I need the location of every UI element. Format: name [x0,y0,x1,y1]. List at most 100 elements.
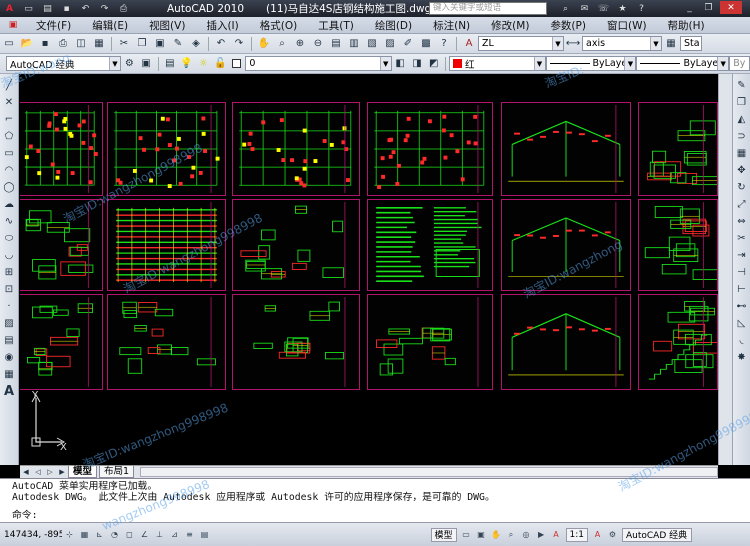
revcloud-icon[interactable]: ☁ [2,197,16,212]
menu-window[interactable]: 窗口(W) [597,18,658,33]
array-icon[interactable]: ▦ [735,146,749,161]
drawing-sheet[interactable] [638,294,718,390]
search-input[interactable]: 键入关键字或短语 [429,2,547,15]
drawing-sheet[interactable] [107,199,226,291]
block-editor-icon[interactable]: ◈ [188,36,204,52]
chamfer-icon[interactable]: ◺ [735,316,749,331]
ducs-icon[interactable]: ⊥ [153,528,166,541]
steeringwheel-icon[interactable]: ◎ [520,528,533,541]
drawing-sheet[interactable] [20,294,103,390]
model-space-button[interactable]: 模型 [430,527,457,542]
workspace-save-icon[interactable]: ▣ [139,56,154,72]
cut-icon[interactable]: ✂ [116,36,132,52]
ortho-icon[interactable]: ⊾ [93,528,106,541]
drawing-sheet[interactable] [107,294,226,390]
drawing-sheet[interactable] [20,199,103,291]
mtext-icon[interactable]: A [2,384,16,399]
favorites-icon[interactable]: ★ [615,2,630,15]
drawing-sheet[interactable] [232,199,360,291]
polyline-icon[interactable]: ⌐ [2,112,16,127]
hatch-icon[interactable]: ▨ [2,316,16,331]
drawing-sheet[interactable] [107,102,226,196]
plot-icon[interactable]: ⎙ [55,36,71,52]
pan-status-icon[interactable]: ✋ [490,528,503,541]
grid-icon[interactable]: ▦ [78,528,91,541]
quickview-drawings-icon[interactable]: ▣ [475,528,488,541]
close-icon[interactable]: ✕ [720,1,742,14]
layer-previous-icon[interactable]: ◨ [410,56,425,72]
polygon-icon[interactable]: ⬠ [2,129,16,144]
binoculars-icon[interactable]: ⌕ [558,2,573,15]
point-icon[interactable]: · [2,299,16,314]
dim-style-select[interactable]: axis ▼ [582,36,662,51]
plotstyle-select[interactable]: By [729,56,750,71]
coordinates-readout[interactable]: 147434, -89581, 0 [0,530,62,540]
layer-state-icon[interactable]: ◩ [426,56,441,72]
qnew-icon[interactable]: ▭ [1,36,17,52]
undo-tool-icon[interactable]: ↶ [213,36,229,52]
matchprop-icon[interactable]: ✎ [170,36,186,52]
menu-draw[interactable]: 绘图(D) [365,18,423,33]
qp-icon[interactable]: ▤ [198,528,211,541]
insert-block-icon[interactable]: ⊞ [2,265,16,280]
vertical-scrollbar[interactable] [718,74,732,465]
region-icon[interactable]: ◉ [2,350,16,365]
showmotion-icon[interactable]: ▶ [535,528,548,541]
osnap-icon[interactable]: ◻ [123,528,136,541]
drawing-sheet[interactable] [501,102,631,196]
help-tool-icon[interactable]: ? [436,36,452,52]
scale-icon[interactable]: ⤢ [735,197,749,212]
workspace-status[interactable]: AutoCAD 经典 [622,527,692,542]
autocad-logo-icon[interactable]: A [2,2,17,15]
tool-palettes-icon[interactable]: ▧ [364,36,380,52]
drawing-sheet[interactable] [638,102,718,196]
menu-parametric[interactable]: 参数(P) [540,18,597,33]
otrack-icon[interactable]: ∠ [138,528,151,541]
redo-icon[interactable]: ↷ [97,2,112,15]
offset-icon[interactable]: ⊃ [735,129,749,144]
annotation-scale-select[interactable]: 1:1 [565,527,588,542]
menu-app-icon[interactable]: ▣ [2,19,24,32]
workspace-settings-icon[interactable]: ⚙ [122,56,137,72]
copy-object-icon[interactable]: ❐ [735,95,749,110]
drawing-sheet[interactable] [367,294,493,390]
workspace-select[interactable]: AutoCAD 经典 ▼ [6,56,121,71]
arc-icon[interactable]: ◠ [2,163,16,178]
save-icon[interactable]: ▪ [59,2,74,15]
drawing-sheet[interactable] [232,102,360,196]
comm-center-icon[interactable]: ☏ [596,2,611,15]
workspace-switch-icon[interactable]: ⚙ [606,528,619,541]
trim-icon[interactable]: ✂ [735,231,749,246]
make-block-icon[interactable]: ⊡ [2,282,16,297]
rectangle-icon[interactable]: ▭ [2,146,16,161]
lwt-icon[interactable]: ≡ [183,528,196,541]
join-icon[interactable]: ⊷ [735,299,749,314]
menu-edit[interactable]: 编辑(E) [82,18,139,33]
drawing-sheet[interactable] [638,199,718,291]
stretch-icon[interactable]: ⇔ [735,214,749,229]
sheetset-icon[interactable]: ▨ [382,36,398,52]
drawing-sheet[interactable] [20,102,103,196]
color-select[interactable]: 红 ▼ [449,56,546,71]
pan-icon[interactable]: ✋ [256,36,272,52]
construction-line-icon[interactable]: ✕ [2,95,16,110]
publish-icon[interactable]: ▦ [91,36,107,52]
drawing-sheet[interactable] [501,294,631,390]
drawing-sheet[interactable] [367,199,493,291]
horizontal-scrollbar[interactable] [140,467,718,477]
markup-icon[interactable]: ✐ [400,36,416,52]
table-icon[interactable]: ▦ [2,367,16,382]
design-center-icon[interactable]: ▥ [346,36,362,52]
menu-help[interactable]: 帮助(H) [658,18,716,33]
preview-icon[interactable]: ◫ [73,36,89,52]
open-icon[interactable]: ▤ [40,2,55,15]
ellipse-arc-icon[interactable]: ◡ [2,248,16,263]
gradient-icon[interactable]: ▤ [2,333,16,348]
drawing-sheet[interactable] [501,199,631,291]
drawing-sheet[interactable] [232,294,360,390]
snap-icon[interactable]: ⊹ [63,528,76,541]
menu-view[interactable]: 视图(V) [139,18,196,33]
zoom-status-icon[interactable]: ⌕ [505,528,518,541]
drawing-canvas[interactable]: Y Y X [20,74,718,465]
properties-icon[interactable]: ▤ [328,36,344,52]
